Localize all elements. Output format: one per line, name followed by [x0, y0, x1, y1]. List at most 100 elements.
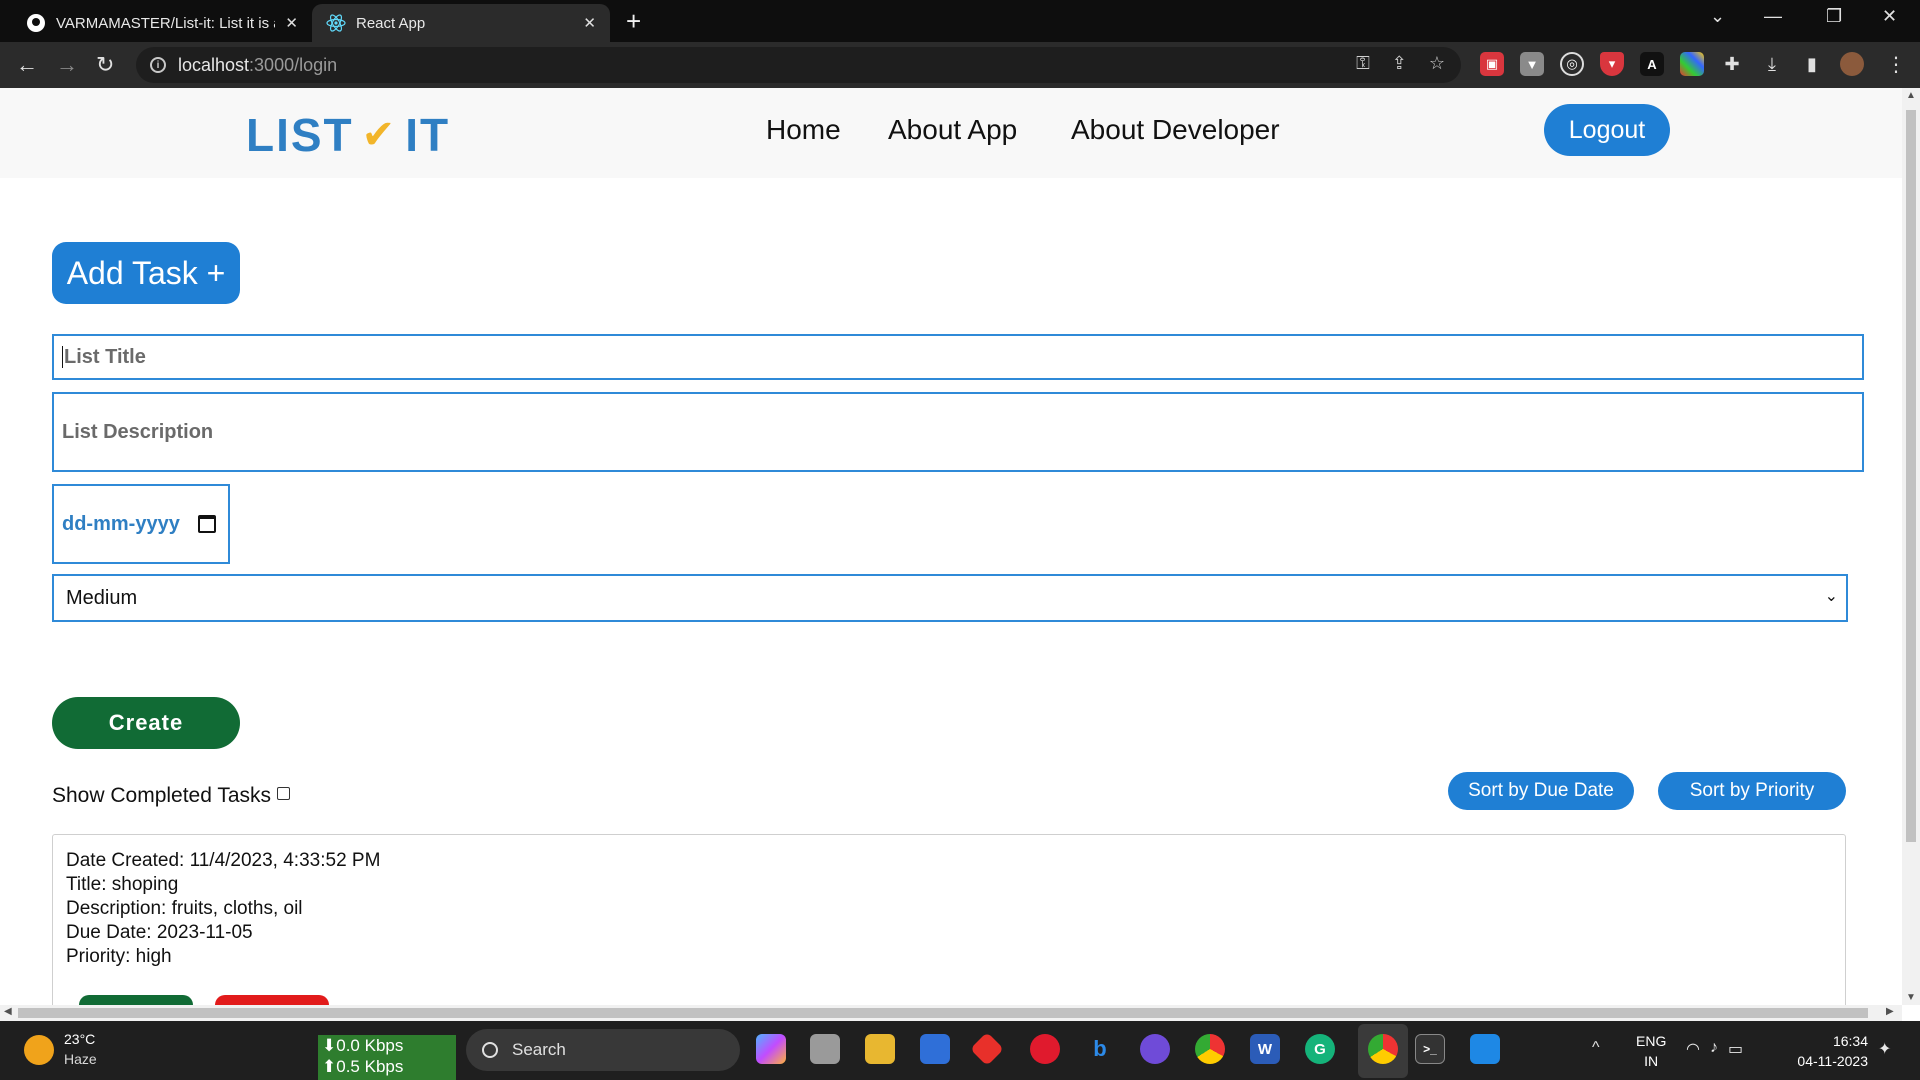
copilot-icon[interactable]: [756, 1034, 786, 1064]
extension-red-icon[interactable]: ▣: [1480, 52, 1504, 76]
tab-search-icon[interactable]: ⌄: [1710, 6, 1725, 27]
chrome-profile-icon[interactable]: [1368, 1034, 1398, 1064]
extension-color-icon[interactable]: [1680, 52, 1704, 76]
chevron-down-icon: ⌄: [1824, 588, 1838, 605]
delete-task-button[interactable]: [215, 995, 329, 1005]
due-date-placeholder: dd-mm-yyyy: [62, 512, 180, 535]
vertical-scroll-thumb[interactable]: [1906, 110, 1916, 842]
microsoft-store-icon[interactable]: [920, 1034, 950, 1064]
priority-select[interactable]: Medium ⌄: [52, 574, 1848, 622]
close-icon[interactable]: ✕: [583, 14, 596, 32]
complete-task-button[interactable]: [79, 995, 193, 1005]
anydesk-icon[interactable]: [970, 1032, 1004, 1066]
share-icon[interactable]: ⇪: [1392, 53, 1407, 74]
list-title-input[interactable]: List Title: [52, 334, 1864, 380]
chrome-icon[interactable]: [1195, 1034, 1225, 1064]
clock-date: 04-11-2023: [1797, 1053, 1868, 1069]
scroll-right-icon[interactable]: ▶: [1886, 1006, 1894, 1017]
extension-a-icon[interactable]: A: [1640, 52, 1664, 76]
file-explorer-icon[interactable]: [865, 1034, 895, 1064]
browser-toolbar: ← → ↻ i localhost:3000/login ⚿ ⇪ ☆ ▣ ▼ ◎…: [0, 42, 1920, 88]
more-menu-icon[interactable]: ⋮: [1886, 52, 1906, 77]
scroll-left-icon[interactable]: ◀: [4, 1006, 12, 1017]
task-priority: Priority: high: [66, 946, 172, 967]
system-tray-icons: ◠ ♪ ▭: [1686, 1039, 1743, 1059]
sort-due-date-button[interactable]: Sort by Due Date: [1448, 772, 1634, 810]
task-view-icon[interactable]: [810, 1034, 840, 1064]
page-viewport: LIST ✔ IT Home About App About Developer…: [0, 88, 1902, 1005]
clock[interactable]: 16:34 04-11-2023: [1788, 1031, 1868, 1071]
profile-avatar[interactable]: [1840, 52, 1864, 76]
wifi-icon[interactable]: ◠: [1686, 1039, 1700, 1059]
tab-react-app[interactable]: React App ✕: [312, 4, 610, 42]
side-panel-icon[interactable]: ▮: [1800, 52, 1824, 76]
forward-icon[interactable]: →: [56, 52, 78, 78]
text-caret: [62, 346, 63, 368]
battery-icon[interactable]: ▭: [1728, 1039, 1743, 1059]
new-tab-button[interactable]: +: [626, 6, 641, 37]
bing-icon[interactable]: b: [1085, 1034, 1115, 1064]
download-icon[interactable]: ⤓: [1760, 52, 1784, 76]
puzzle-icon[interactable]: ✚: [1720, 52, 1744, 76]
extension-target-icon[interactable]: ◎: [1560, 52, 1584, 76]
tab-github[interactable]: VARMAMASTER/List-it: List it is a ✕: [12, 4, 312, 42]
browser-app-icon[interactable]: [1140, 1034, 1170, 1064]
close-icon[interactable]: ✕: [285, 14, 298, 32]
task-card: Date Created: 11/4/2023, 4:33:52 PM Titl…: [52, 834, 1846, 1005]
minimize-button[interactable]: —: [1764, 6, 1782, 27]
tray-chevron-up-icon[interactable]: ^: [1592, 1039, 1600, 1057]
show-completed-checkbox[interactable]: [277, 786, 291, 800]
key-icon[interactable]: ⚿: [1356, 53, 1370, 74]
github-icon: [26, 13, 46, 33]
language-code: ENG: [1636, 1033, 1667, 1049]
calendar-icon[interactable]: [197, 515, 216, 533]
vertical-scrollbar[interactable]: ▲ ▼: [1902, 88, 1920, 1005]
weather-icon[interactable]: [24, 1035, 54, 1065]
taskbar-search-label: Search: [512, 1040, 566, 1059]
logo-text-left: LIST: [246, 109, 354, 161]
show-completed-toggle[interactable]: Show Completed Tasks: [52, 784, 291, 808]
nav-about-app[interactable]: About App: [888, 114, 1017, 146]
browser-tab-bar: VARMAMASTER/List-it: List it is a ✕ Reac…: [0, 0, 1920, 42]
notification-icon[interactable]: ✦: [1878, 1039, 1891, 1059]
address-bar[interactable]: i localhost:3000/login ⚿ ⇪ ☆: [136, 47, 1461, 83]
opera-icon[interactable]: [1030, 1034, 1060, 1064]
back-icon[interactable]: ←: [16, 52, 38, 78]
scroll-down-icon[interactable]: ▼: [1906, 992, 1916, 1003]
list-description-placeholder: List Description: [62, 420, 214, 443]
horizontal-scroll-thumb[interactable]: [18, 1008, 1868, 1018]
react-icon: [326, 13, 346, 33]
task-description: Description: fruits, cloths, oil: [66, 898, 303, 919]
scroll-up-icon[interactable]: ▲: [1906, 90, 1916, 101]
due-date-input[interactable]: dd-mm-yyyy: [52, 484, 230, 564]
grammarly-icon[interactable]: G: [1305, 1034, 1335, 1064]
reload-icon[interactable]: ↻: [96, 52, 114, 78]
region-code: IN: [1644, 1053, 1659, 1069]
restore-button[interactable]: ❐: [1826, 6, 1842, 27]
task-title: Title: shoping: [66, 874, 179, 895]
tab-title: React App: [356, 14, 426, 32]
logout-button[interactable]: Logout: [1544, 104, 1670, 156]
nav-home[interactable]: Home: [766, 114, 841, 146]
app-logo[interactable]: LIST ✔ IT: [246, 108, 450, 162]
create-button[interactable]: Create: [52, 697, 240, 749]
add-task-button[interactable]: Add Task +: [52, 242, 240, 304]
site-info-icon[interactable]: i: [150, 57, 166, 73]
horizontal-scrollbar[interactable]: ◀ ▶: [0, 1005, 1902, 1021]
show-completed-label: Show Completed Tasks: [52, 784, 272, 807]
close-window-button[interactable]: ✕: [1882, 6, 1897, 27]
sort-priority-button[interactable]: Sort by Priority: [1658, 772, 1846, 810]
language-indicator[interactable]: ENG IN: [1636, 1031, 1666, 1071]
extensions-row: ▣ ▼ ◎ ▾ A ✚ ⤓ ▮: [1480, 52, 1864, 76]
network-speed-widget: ⬇0.0 Kbps ⬆0.5 Kbps: [318, 1035, 456, 1080]
bookmark-star-icon[interactable]: ☆: [1429, 53, 1445, 74]
list-description-input[interactable]: List Description: [52, 392, 1864, 472]
volume-icon[interactable]: ♪: [1710, 1039, 1718, 1059]
word-icon[interactable]: W: [1250, 1034, 1280, 1064]
taskbar-search[interactable]: Search: [466, 1029, 740, 1071]
extension-shield-icon[interactable]: ▾: [1600, 52, 1624, 76]
terminal-icon[interactable]: >_: [1415, 1034, 1445, 1064]
nav-about-developer[interactable]: About Developer: [1071, 114, 1280, 146]
extension-download-icon[interactable]: ▼: [1520, 52, 1544, 76]
vscode-icon[interactable]: [1470, 1034, 1500, 1064]
